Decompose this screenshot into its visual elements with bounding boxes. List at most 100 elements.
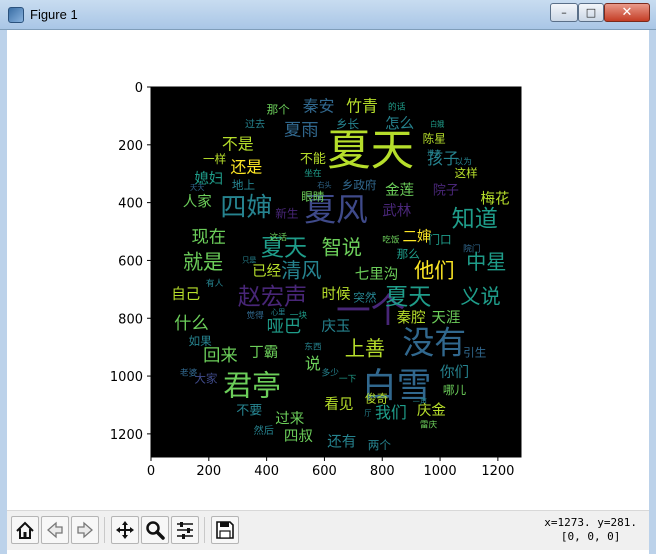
cloud-word: 武林 <box>382 202 411 219</box>
cloud-word: 过去 <box>245 118 265 131</box>
toolbar-separator <box>104 517 105 543</box>
forward-button[interactable] <box>71 516 99 544</box>
cloud-word: 不要 <box>236 403 262 418</box>
cloud-word: 一声 <box>413 397 427 406</box>
cloud-word: 觉得 <box>246 309 264 321</box>
plot-axes[interactable]: 夏天白雪君亭一个没有夏风四婶夏天夏天赵宏声知道他们 中星上善义说清风智说就是现在回… <box>110 81 522 479</box>
app-icon <box>8 7 24 23</box>
configure-subplots-button[interactable] <box>171 516 199 544</box>
x-tick-label: 200 <box>196 464 221 479</box>
cloud-word: 没有 <box>402 324 466 361</box>
cursor-position: x=1273. y=281. <box>544 516 637 529</box>
save-button[interactable] <box>211 516 239 544</box>
cloud-word: 清风 <box>281 259 321 283</box>
x-tick-label: 1000 <box>424 464 457 479</box>
cloud-word: 地上 <box>232 178 256 192</box>
cloud-word: 现在 <box>192 227 227 247</box>
cloud-word: 白娥 <box>430 120 444 129</box>
cloud-word: 夏天 <box>385 285 431 311</box>
pixel-value: [0, 0, 0] <box>560 530 621 543</box>
cloud-word: 厅 <box>364 409 371 418</box>
y-tick-label: 800 <box>118 312 143 327</box>
cloud-word: 院子 <box>433 184 459 199</box>
cloud-word: 俊奇 <box>365 392 389 406</box>
cloud-word: 怎么 <box>385 116 414 133</box>
navigation-toolbar: x=1273. y=281. [0, 0, 0] <box>7 510 649 550</box>
cloud-word: 夏天 <box>327 126 414 176</box>
cloud-word: 时候 <box>322 286 351 303</box>
cloud-word: 过来 <box>275 410 304 427</box>
cloud-word: 东西 <box>304 341 322 353</box>
y-tick-label: 400 <box>118 197 143 212</box>
cloud-word: 一样 <box>203 152 226 166</box>
cloud-word: 门口 <box>428 233 451 247</box>
cloud-word: 梅花 <box>480 191 509 208</box>
cloud-word: 智说 <box>322 235 362 259</box>
cloud-word: 还有 <box>327 434 356 451</box>
cloud-word: 院门 <box>463 242 480 254</box>
pan-button[interactable] <box>111 516 139 544</box>
cloud-word: 义说 <box>460 285 500 309</box>
zoom-button[interactable] <box>141 516 169 544</box>
cloud-word: 只是 <box>242 255 256 264</box>
arrow-left-icon <box>47 521 63 539</box>
cursor-coordinates: x=1273. y=281. [0, 0, 0] <box>544 516 637 544</box>
x-tick-label: 800 <box>370 464 395 479</box>
cloud-word: 乡长 <box>336 117 360 131</box>
cloud-word: 人家 <box>183 194 212 211</box>
cloud-word: 那么 <box>397 247 420 261</box>
cloud-word: 突然 <box>353 291 377 305</box>
cloud-word: 回来 <box>203 346 238 366</box>
home-icon <box>16 521 34 539</box>
cloud-word: 不能 <box>300 152 326 167</box>
move-icon <box>116 521 134 539</box>
cloud-word: 进来 <box>427 148 441 157</box>
cloud-word: 心里 <box>271 307 285 316</box>
cloud-word: 还是 <box>231 157 263 176</box>
cloud-word: 庆玉 <box>322 318 351 335</box>
sliders-icon <box>177 522 193 539</box>
cloud-word: 这话 <box>270 231 288 243</box>
cloud-word: 君亭 <box>223 369 281 403</box>
cloud-word: 眼睛 <box>301 189 325 203</box>
cloud-word: 秦安 <box>303 97 335 116</box>
maximize-button[interactable]: □ <box>578 3 604 22</box>
cloud-word: 两个 <box>368 438 392 452</box>
y-tick-label: 1000 <box>110 370 143 385</box>
cloud-word: 四婶 <box>220 193 272 223</box>
cloud-word: 乡政府 <box>342 178 377 192</box>
cloud-word: 雷庆 <box>420 419 438 431</box>
cloud-word: 然后 <box>254 424 274 437</box>
cloud-word: 秦腔 <box>397 309 426 326</box>
minimize-button[interactable]: – <box>550 3 578 22</box>
back-button[interactable] <box>41 516 69 544</box>
cloud-word: 知道 <box>452 206 498 232</box>
cloud-word: 一块 <box>290 309 308 321</box>
cloud-word: 以为 <box>455 156 472 168</box>
x-tick-label: 1200 <box>481 464 514 479</box>
x-tick-label: 600 <box>312 464 337 479</box>
cloud-word: 吃饭 <box>382 234 400 246</box>
cloud-word: 已经 <box>252 263 281 280</box>
cloud-word: 一下 <box>339 374 357 384</box>
cloud-word: 你们 <box>440 364 469 381</box>
cloud-word: 的话 <box>388 101 406 113</box>
cloud-word: 大家 <box>194 371 218 385</box>
cloud-word: 天天 <box>190 183 204 192</box>
cloud-word: 他们 <box>414 259 454 283</box>
close-button[interactable]: ✕ <box>604 3 650 22</box>
figure-canvas[interactable]: 夏天白雪君亭一个没有夏风四婶夏天夏天赵宏声知道他们 中星上善义说清风智说就是现在回… <box>0 30 656 510</box>
cloud-word: 右头 <box>317 180 331 189</box>
cloud-word: 竹青 <box>346 97 378 116</box>
home-button[interactable] <box>11 516 39 544</box>
cloud-word: 自己 <box>171 286 200 303</box>
toolbar-separator <box>204 517 205 543</box>
y-tick-label: 200 <box>118 139 143 154</box>
cloud-word: 金莲 <box>385 182 414 199</box>
cloud-word: 如果 <box>189 334 213 348</box>
cloud-word: 什么 <box>174 314 209 334</box>
cloud-word: 二婶 <box>402 228 431 245</box>
cloud-word: 上善 <box>345 337 385 361</box>
cloud-word: 夏雨 <box>284 120 319 140</box>
cloud-word: 我们 <box>375 403 407 422</box>
